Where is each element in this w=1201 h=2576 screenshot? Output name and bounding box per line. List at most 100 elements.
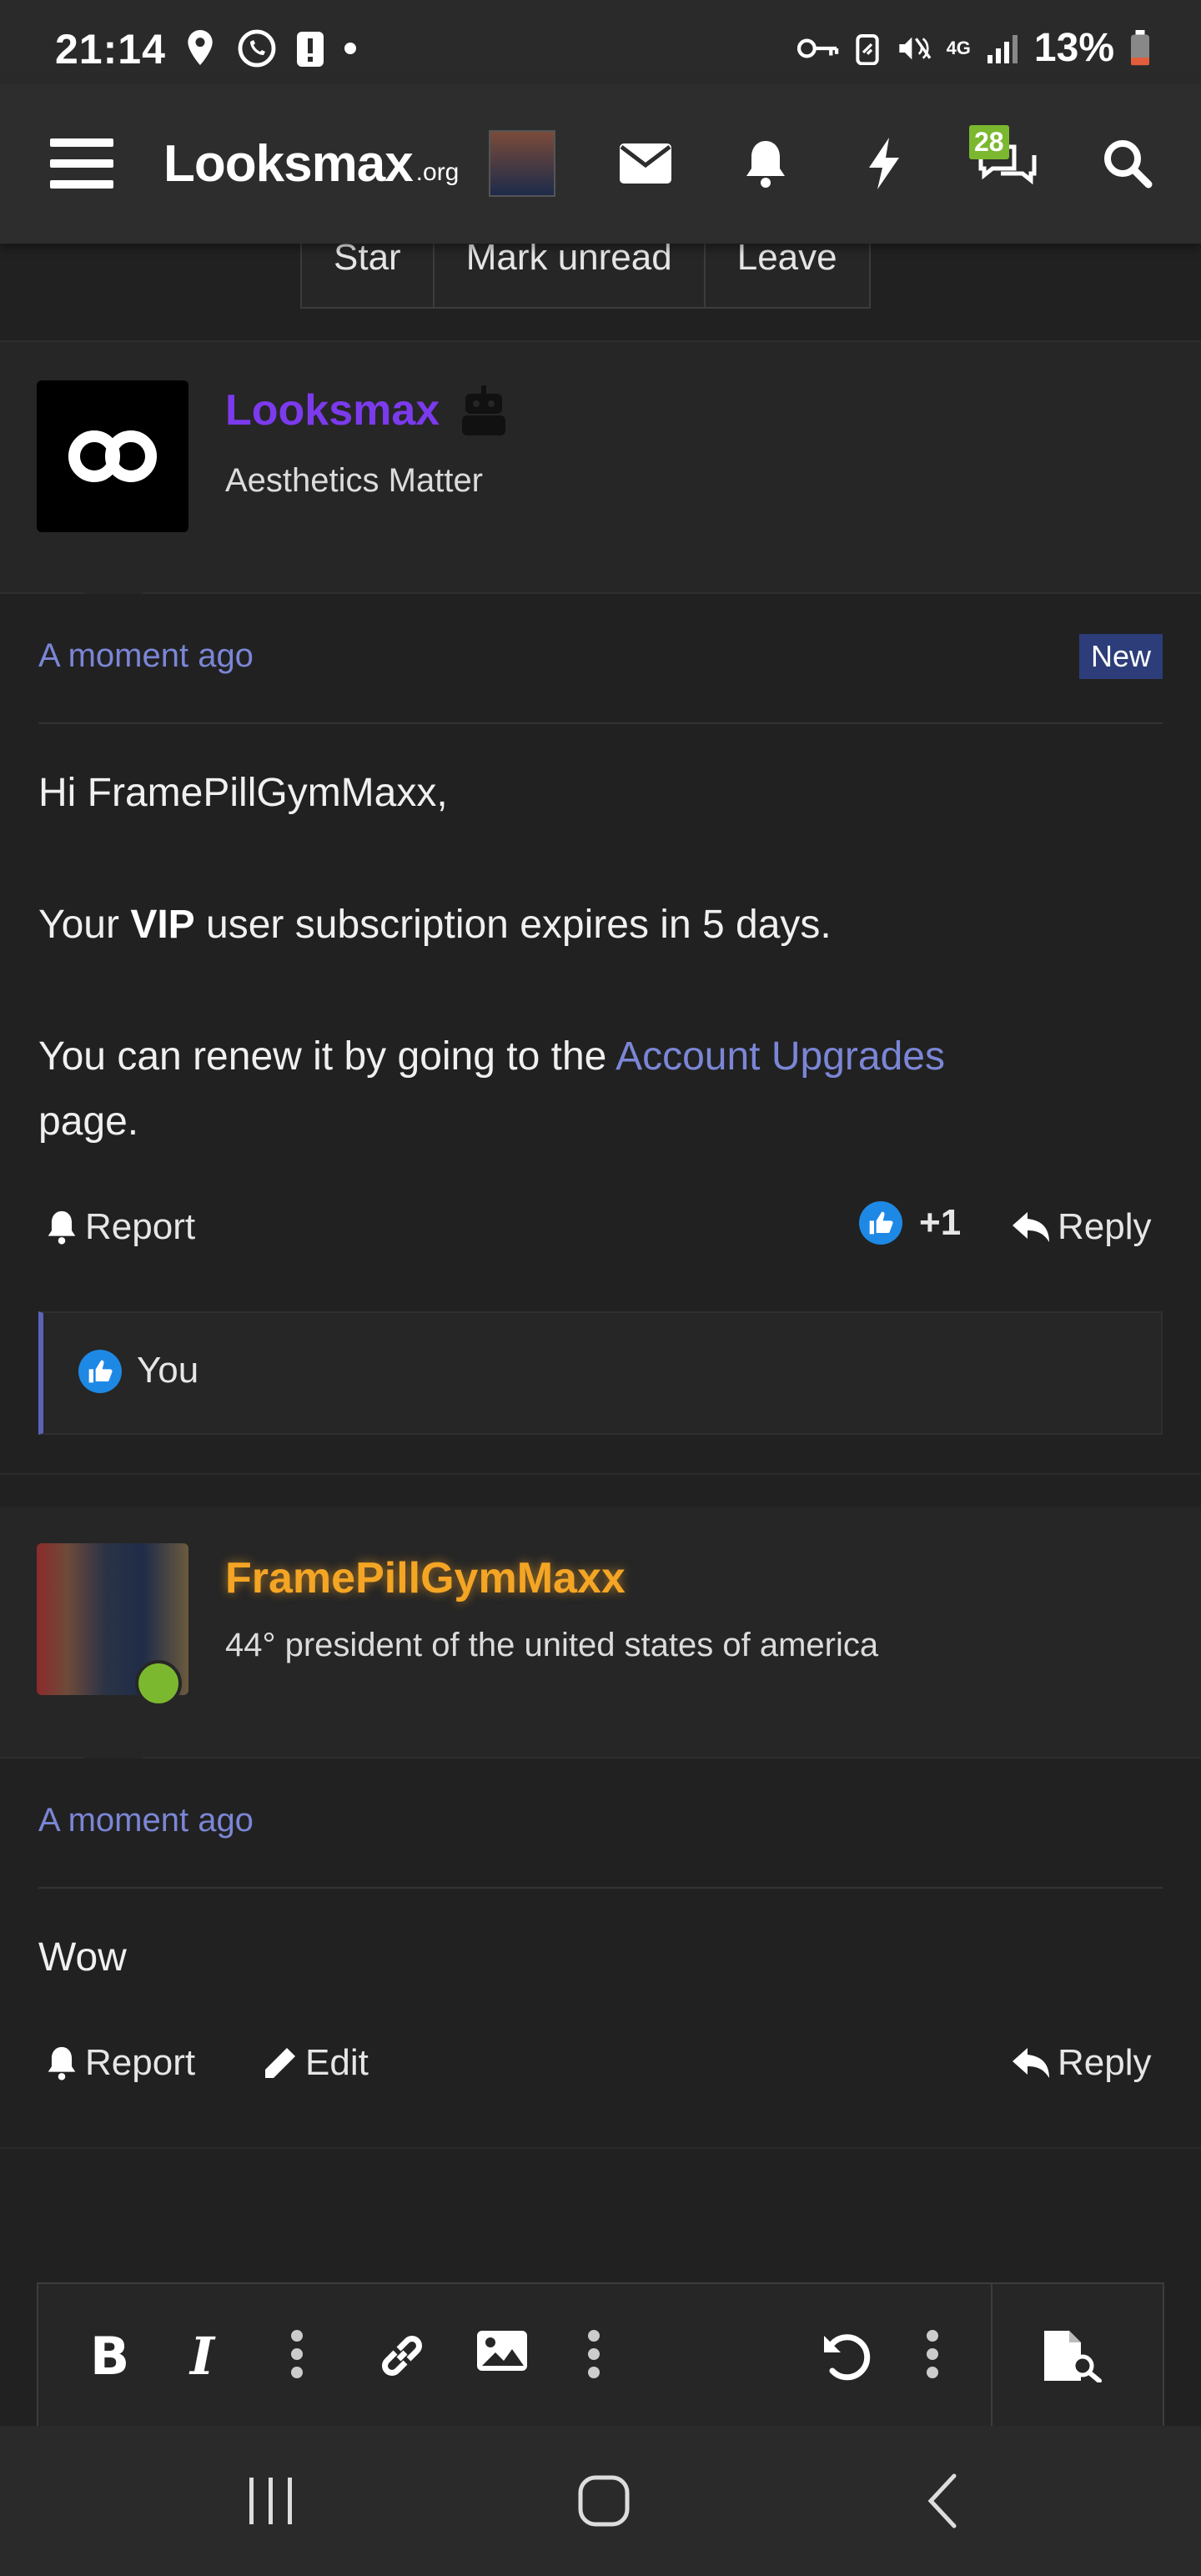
online-indicator (135, 1660, 182, 1707)
more-options-button[interactable] (924, 2329, 941, 2379)
edit-button[interactable]: Edit (262, 2042, 369, 2084)
network-type: 4G (946, 37, 971, 58)
svg-text:I: I (188, 2329, 216, 2379)
recent-apps-button[interactable] (225, 2426, 317, 2576)
chat-badge: 28 (969, 125, 1009, 159)
avatar[interactable] (37, 380, 188, 532)
link-icon (382, 2336, 422, 2376)
report-button[interactable]: Report (45, 1206, 195, 1248)
message-body: Hi FramePillGymMaxx, Your VIP user subsc… (38, 761, 1139, 1155)
image-icon (477, 2331, 527, 2371)
divider (0, 592, 1201, 594)
signal-icon (987, 34, 1018, 63)
reaction-summary[interactable]: +1 (859, 1201, 961, 1245)
whats-new-button[interactable] (854, 83, 914, 244)
insert-image-button[interactable] (475, 2329, 529, 2372)
status-bar: 21:14 4G 13% (0, 0, 1201, 83)
separator (38, 1887, 1163, 1889)
whatsapp-icon (238, 29, 276, 68)
divider (0, 1473, 1201, 1475)
svg-text:B: B (90, 2329, 128, 2379)
new-badge: New (1078, 634, 1163, 679)
alerts-button[interactable] (734, 83, 797, 244)
user-avatar-button[interactable] (487, 83, 557, 244)
home-button[interactable] (562, 2426, 646, 2576)
bold-button[interactable]: B (88, 2329, 130, 2379)
username[interactable]: Looksmax (225, 385, 440, 435)
separator (38, 722, 1163, 724)
reply-arrow-icon (1013, 2048, 1049, 2078)
more-vertical-icon (291, 2330, 303, 2378)
user-title: Aesthetics Matter (225, 462, 484, 499)
bold-icon: B (90, 2329, 128, 2379)
bell-icon (48, 1210, 76, 1245)
more-vertical-icon (588, 2330, 600, 2378)
back-icon (927, 2473, 957, 2528)
system-navigation-bar (0, 2426, 1201, 2576)
battery-percent: 13% (1033, 26, 1114, 70)
envelope-icon (620, 143, 671, 184)
logo-text: Looksmax (163, 134, 414, 193)
alert-icon (297, 32, 324, 67)
hamburger-icon (50, 138, 113, 189)
message-arrow (83, 564, 143, 594)
renew-text: You can renew it by going to the Account… (38, 1034, 945, 1079)
reactions-bar[interactable]: You (38, 1311, 1163, 1435)
location-icon (188, 30, 213, 66)
dot-icon (344, 43, 356, 54)
chat-button[interactable] (971, 83, 1043, 244)
reaction-count: +1 (919, 1202, 962, 1243)
message-arrow (83, 1728, 143, 1758)
report-button[interactable]: Report (45, 2042, 195, 2084)
divider (0, 2147, 1201, 2149)
more-text-options-button[interactable] (289, 2329, 305, 2379)
lightning-icon (869, 138, 899, 189)
document-preview-icon (1044, 2331, 1102, 2382)
top-navigation: Looksmax .org (0, 83, 1201, 244)
battery-saver-icon (855, 33, 879, 65)
reacted-by: You (137, 1350, 199, 1391)
insert-link-button[interactable] (375, 2329, 429, 2382)
bell-icon (48, 2046, 76, 2080)
more-vertical-icon (927, 2330, 938, 2378)
search-button[interactable] (1098, 83, 1158, 244)
pencil-icon (265, 2048, 295, 2078)
bell-icon (746, 141, 785, 188)
message-timestamp[interactable]: A moment ago (38, 1802, 254, 1839)
reply-arrow-icon (1013, 1212, 1049, 1242)
like-icon (78, 1350, 122, 1393)
site-logo[interactable]: Looksmax .org (163, 83, 464, 244)
undo-icon (824, 2334, 871, 2381)
user-title: 44° president of the united states of am… (225, 1627, 879, 1663)
more-insert-options-button[interactable] (585, 2329, 602, 2379)
reply-button[interactable]: Reply (1011, 1206, 1152, 1248)
mute-icon (898, 37, 931, 59)
looksmax-logo-icon (68, 430, 157, 482)
undo-button[interactable] (819, 2329, 872, 2382)
status-time: 21:14 (55, 26, 166, 73)
robot-icon (462, 385, 505, 435)
message-timestamp[interactable]: A moment ago (38, 637, 254, 675)
inbox-button[interactable] (612, 83, 679, 244)
italic-button[interactable]: I (188, 2329, 222, 2379)
reply-editor[interactable]: B I (37, 2282, 1164, 2434)
home-icon (578, 2475, 630, 2527)
reply-button[interactable]: Reply (1011, 2042, 1152, 2084)
italic-icon: I (188, 2329, 216, 2379)
divider (0, 1757, 1201, 1758)
greeting-text: Hi FramePillGymMaxx, (38, 771, 448, 815)
preview-button[interactable] (1039, 2329, 1109, 2382)
username[interactable]: FramePillGymMaxx (225, 1553, 626, 1603)
recent-apps-icon (249, 2478, 292, 2524)
logo-suffix: .org (415, 158, 460, 186)
message-body: Wow (38, 1935, 127, 1980)
hamburger-menu-button[interactable] (47, 83, 117, 244)
back-button[interactable] (901, 2426, 984, 2576)
account-upgrades-link[interactable]: Account Upgrades (616, 1034, 945, 1079)
battery-icon (1131, 29, 1149, 65)
avatar (489, 130, 555, 197)
toolbar-separator (991, 2284, 992, 2434)
subscription-text: Your VIP user subscription expires in 5 … (38, 903, 832, 947)
key-icon (796, 38, 838, 58)
search-icon (1104, 140, 1153, 189)
